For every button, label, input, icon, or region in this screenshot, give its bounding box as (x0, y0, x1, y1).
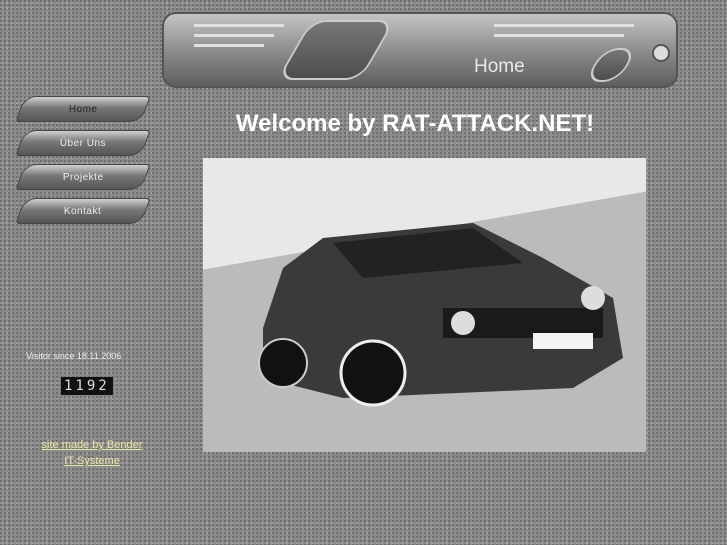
credit: site made by Bender IT-Systeme (40, 437, 144, 469)
banner-slot (584, 48, 638, 82)
banner-stripe (194, 34, 274, 37)
nav-label: Home (68, 103, 98, 115)
visitor-counter: 1192 (61, 377, 113, 395)
visitor-label: Visitor since 18.11.2006 (26, 351, 122, 361)
banner-title: Home (474, 56, 525, 77)
header-banner: Home (162, 12, 678, 88)
banner-stripe (194, 44, 264, 47)
nav-label: Über Uns (59, 137, 107, 149)
page-heading: Welcome by RAT-ATTACK.NET! (235, 110, 595, 137)
nav-kontakt[interactable]: Kontakt (15, 198, 151, 224)
banner-stripe (494, 24, 634, 27)
car-photo (203, 158, 646, 452)
nav-projekte[interactable]: Projekte (15, 164, 151, 190)
nav-ueber-uns[interactable]: Über Uns (15, 130, 151, 156)
banner-slot (276, 20, 396, 80)
banner-stripe (194, 24, 284, 27)
banner-stripe (494, 34, 624, 37)
nav-label: Projekte (62, 171, 104, 183)
car-image (258, 223, 623, 407)
nav-home[interactable]: Home (15, 96, 151, 122)
credit-link-2[interactable]: IT-Systeme (64, 455, 120, 467)
credit-link[interactable]: site made by Bender (42, 439, 143, 451)
banner-knob (652, 44, 670, 62)
nav-label: Kontakt (64, 205, 102, 217)
